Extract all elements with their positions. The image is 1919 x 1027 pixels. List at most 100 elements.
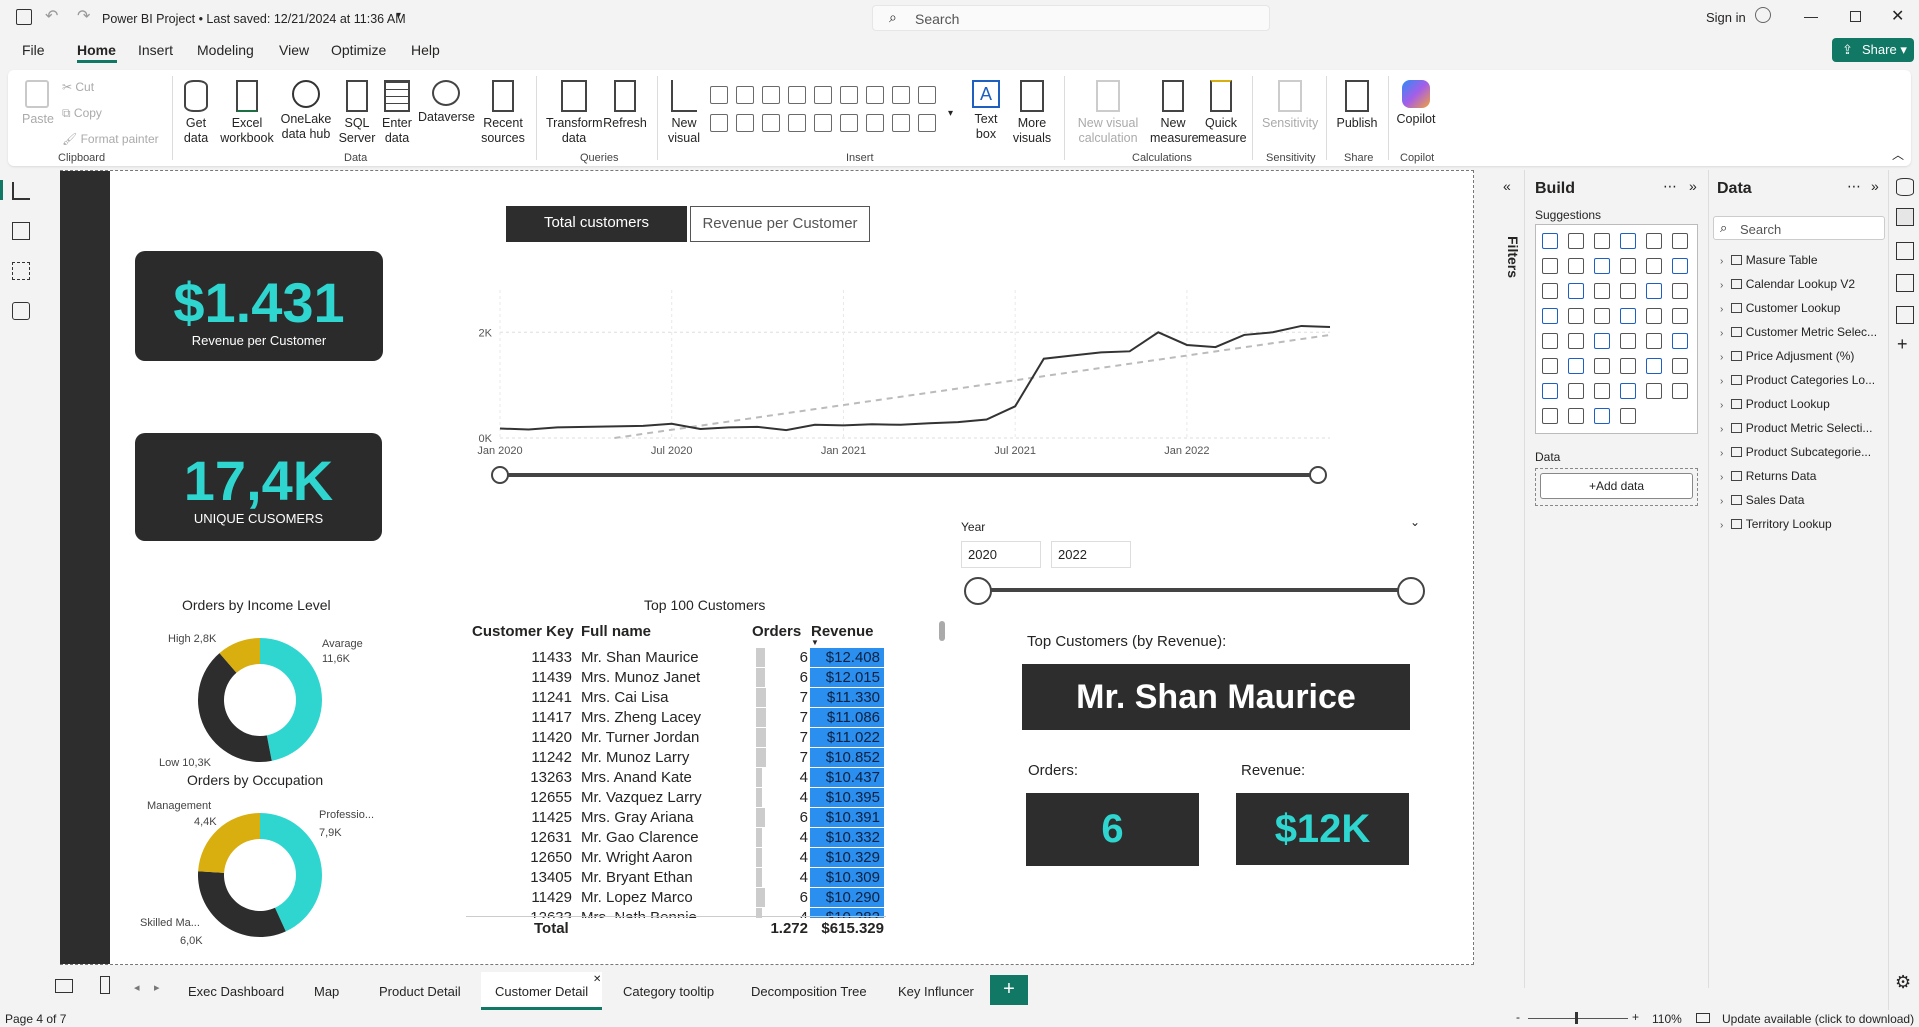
- excel-workbook-button[interactable]: Excel workbook: [216, 80, 278, 146]
- mobile-layout-icon[interactable]: [100, 976, 110, 994]
- data-field-table[interactable]: › Price Adjusment (%): [1720, 349, 1854, 363]
- data-field-table[interactable]: › Product Metric Selecti...: [1720, 421, 1872, 435]
- menu-view[interactable]: View: [279, 42, 309, 58]
- expand-pane-icon[interactable]: »: [1871, 178, 1879, 194]
- settings-icon[interactable]: ⚙: [1895, 972, 1911, 993]
- visual-type-icon[interactable]: [710, 114, 728, 132]
- new-visual-button[interactable]: New visual: [664, 80, 704, 146]
- visual-type-icon[interactable]: [1594, 408, 1610, 424]
- visual-type-icon[interactable]: [892, 86, 910, 104]
- data-search-input[interactable]: ⌕ Search: [1713, 216, 1885, 240]
- chevron-down-icon[interactable]: ⌄: [1410, 515, 1420, 529]
- visual-type-icon[interactable]: [1542, 233, 1558, 249]
- menu-optimize[interactable]: Optimize: [331, 42, 386, 58]
- format-painter-button[interactable]: 🖌 Format painter: [62, 132, 159, 146]
- header-revenue[interactable]: Revenue: [811, 623, 874, 640]
- redo-icon[interactable]: ↷: [77, 6, 90, 26]
- visual-type-icon[interactable]: [1542, 358, 1558, 374]
- more-options-icon[interactable]: ⋯: [1847, 178, 1861, 195]
- publish-button[interactable]: Publish: [1334, 80, 1380, 131]
- table-row[interactable]: 13263 Mrs. Anand Kate 4 $10.437: [466, 768, 886, 788]
- visual-type-icon[interactable]: [1568, 383, 1584, 399]
- report-view-icon[interactable]: [12, 182, 30, 200]
- visual-type-icon[interactable]: [918, 86, 936, 104]
- visual-type-icon[interactable]: [1568, 233, 1584, 249]
- table-row[interactable]: 11420 Mr. Turner Jordan 7 $11.022: [466, 728, 886, 748]
- visual-type-icon[interactable]: [814, 114, 832, 132]
- zoom-slider[interactable]: [1528, 1018, 1628, 1019]
- collapse-panes-icon[interactable]: «: [1503, 178, 1511, 194]
- visual-type-icon[interactable]: [1620, 308, 1636, 324]
- visual-type-icon[interactable]: [1620, 408, 1636, 424]
- bookmark-icon[interactable]: [1896, 274, 1914, 292]
- menu-home[interactable]: Home: [77, 42, 116, 58]
- visual-type-icon[interactable]: [788, 86, 806, 104]
- paste-button[interactable]: Paste: [22, 80, 54, 127]
- table-row[interactable]: 11433 Mr. Shan Maurice 6 $12.408: [466, 648, 886, 668]
- table-row[interactable]: 11439 Mrs. Munoz Janet 6 $12.015: [466, 668, 886, 688]
- table-row[interactable]: 12655 Mr. Vazquez Larry 4 $10.395: [466, 788, 886, 808]
- expand-pane-icon[interactable]: »: [1689, 178, 1697, 194]
- visual-type-icon[interactable]: [1542, 408, 1558, 424]
- visual-type-icon[interactable]: [1620, 333, 1636, 349]
- add-icon[interactable]: +: [1897, 334, 1908, 355]
- visual-type-icon[interactable]: [1672, 308, 1688, 324]
- visual-type-icon[interactable]: [1672, 233, 1688, 249]
- kpi-revenue-card[interactable]: $1.431 Revenue per Customer: [135, 251, 383, 361]
- visual-type-icon[interactable]: [762, 114, 780, 132]
- date-range-track[interactable]: [500, 473, 1318, 477]
- visual-type-icon[interactable]: [866, 114, 884, 132]
- zoom-in-button[interactable]: +: [1632, 1010, 1639, 1024]
- zoom-slider-thumb[interactable]: [1575, 1012, 1578, 1024]
- visual-type-icon[interactable]: [1594, 233, 1610, 249]
- customers-line-chart[interactable]: 2K 0K Jan 2020 Jul 2020 Jan 2021 Jul 2021 Jan…: [450, 280, 1350, 490]
- table-row[interactable]: 11241 Mrs. Cai Lisa 7 $11.330: [466, 688, 886, 708]
- year-slider-handle-start[interactable]: [964, 577, 992, 605]
- visual-type-icon[interactable]: [1542, 333, 1558, 349]
- prev-page-icon[interactable]: ◂: [134, 981, 140, 994]
- fit-page-icon[interactable]: [1696, 1013, 1710, 1023]
- visual-type-icon[interactable]: [1542, 258, 1558, 274]
- visual-type-icon[interactable]: [866, 86, 884, 104]
- data-field-table[interactable]: › Masure Table: [1720, 253, 1818, 267]
- menu-help[interactable]: Help: [411, 42, 440, 58]
- global-search[interactable]: ⌕ Search: [872, 5, 1270, 31]
- undo-icon[interactable]: ↶: [45, 6, 58, 26]
- visual-type-icon[interactable]: [1594, 358, 1610, 374]
- data-field-table[interactable]: › Customer Lookup: [1720, 301, 1840, 315]
- visual-type-icon[interactable]: [1568, 283, 1584, 299]
- visual-type-icon[interactable]: [1672, 383, 1688, 399]
- table-view-icon[interactable]: [12, 222, 30, 240]
- more-options-icon[interactable]: ⋯: [1663, 178, 1677, 195]
- visual-type-icon[interactable]: [1672, 333, 1688, 349]
- data-field-table[interactable]: › Returns Data: [1720, 469, 1816, 483]
- table-row[interactable]: 11242 Mr. Munoz Larry 7 $10.852: [466, 748, 886, 768]
- donut-slice[interactable]: [260, 638, 322, 761]
- visual-type-icon[interactable]: [1620, 258, 1636, 274]
- date-range-handle-end[interactable]: [1309, 466, 1327, 484]
- sign-in-link[interactable]: Sign in: [1706, 10, 1746, 25]
- donut-slice[interactable]: [197, 871, 286, 937]
- cut-button[interactable]: ✂ Cut: [62, 80, 94, 94]
- visual-type-icon[interactable]: [1672, 358, 1688, 374]
- onelake-button[interactable]: OneLake data hub: [276, 80, 336, 142]
- user-icon[interactable]: [1755, 7, 1771, 23]
- visual-type-icon[interactable]: [1568, 308, 1584, 324]
- copilot-button[interactable]: Copilot: [1394, 80, 1438, 127]
- report-view-icon[interactable]: [0, 180, 3, 200]
- visual-type-icon[interactable]: [1620, 283, 1636, 299]
- header-full-name[interactable]: Full name: [581, 623, 651, 640]
- visual-type-icon[interactable]: [1542, 383, 1558, 399]
- income-donut-chart[interactable]: [190, 630, 330, 770]
- sql-server-button[interactable]: SQL Server: [338, 80, 376, 146]
- kpi-customers-card[interactable]: 17,4K UNIQUE CUSOMERS: [135, 433, 382, 541]
- update-available-link[interactable]: Update available (click to download): [1722, 1012, 1914, 1026]
- visual-type-icon[interactable]: [1620, 358, 1636, 374]
- visual-type-icon[interactable]: [1646, 283, 1662, 299]
- format-icon[interactable]: [1896, 242, 1914, 260]
- page-tab[interactable]: Product Detail: [379, 984, 461, 999]
- visualizations-grid[interactable]: [1535, 224, 1698, 434]
- data-field-table[interactable]: › Territory Lookup: [1720, 517, 1832, 531]
- selection-icon[interactable]: [1896, 306, 1914, 324]
- visual-type-icon[interactable]: [1568, 408, 1584, 424]
